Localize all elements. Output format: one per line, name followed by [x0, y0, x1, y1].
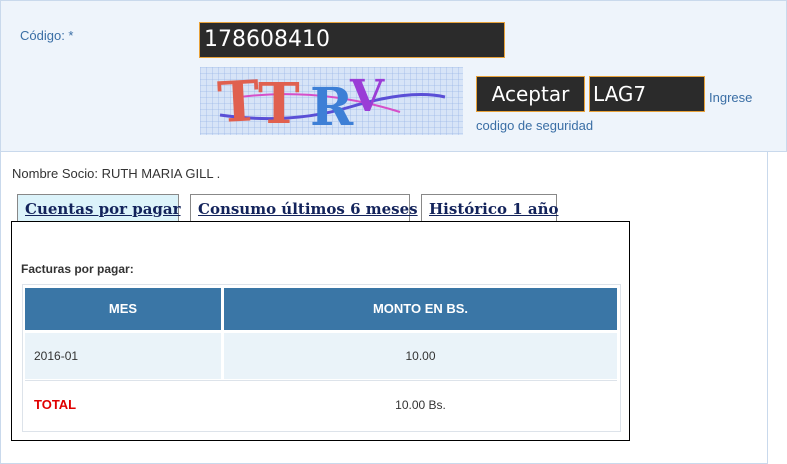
tab-historico-1-ano[interactable]: Histórico 1 año	[421, 194, 559, 222]
cell-monto: 10.00	[224, 333, 617, 379]
header-mes: MES	[25, 288, 221, 330]
captcha-image: T T R V	[200, 67, 463, 135]
svg-text:R: R	[310, 77, 354, 135]
header-monto: MONTO EN BS.	[224, 288, 617, 330]
codigo-input[interactable]: 178608410	[199, 22, 505, 58]
facturas-title: Facturas por pagar:	[21, 262, 134, 276]
svg-text:T: T	[216, 68, 261, 135]
total-label: TOTAL	[25, 382, 221, 428]
total-value: 10.00 Bs.	[224, 382, 617, 428]
row-divider	[25, 380, 617, 381]
accept-button[interactable]: Aceptar	[476, 76, 585, 112]
security-hint-2: codigo de seguridad	[476, 118, 594, 133]
codigo-label: Código: *	[20, 28, 74, 43]
svg-text:V: V	[349, 71, 385, 122]
security-hint-1: Ingrese	[709, 90, 753, 105]
tab-consumo-6-meses[interactable]: Consumo últimos 6 meses	[190, 194, 418, 222]
cell-mes: 2016-01	[25, 333, 221, 379]
svg-text:T: T	[258, 71, 300, 135]
tab-cuentas-por-pagar[interactable]: Cuentas por pagar	[17, 194, 181, 222]
socio-name: Nombre Socio: RUTH MARIA GILL .	[12, 166, 221, 181]
security-code-input[interactable]: LAG7	[589, 76, 705, 112]
